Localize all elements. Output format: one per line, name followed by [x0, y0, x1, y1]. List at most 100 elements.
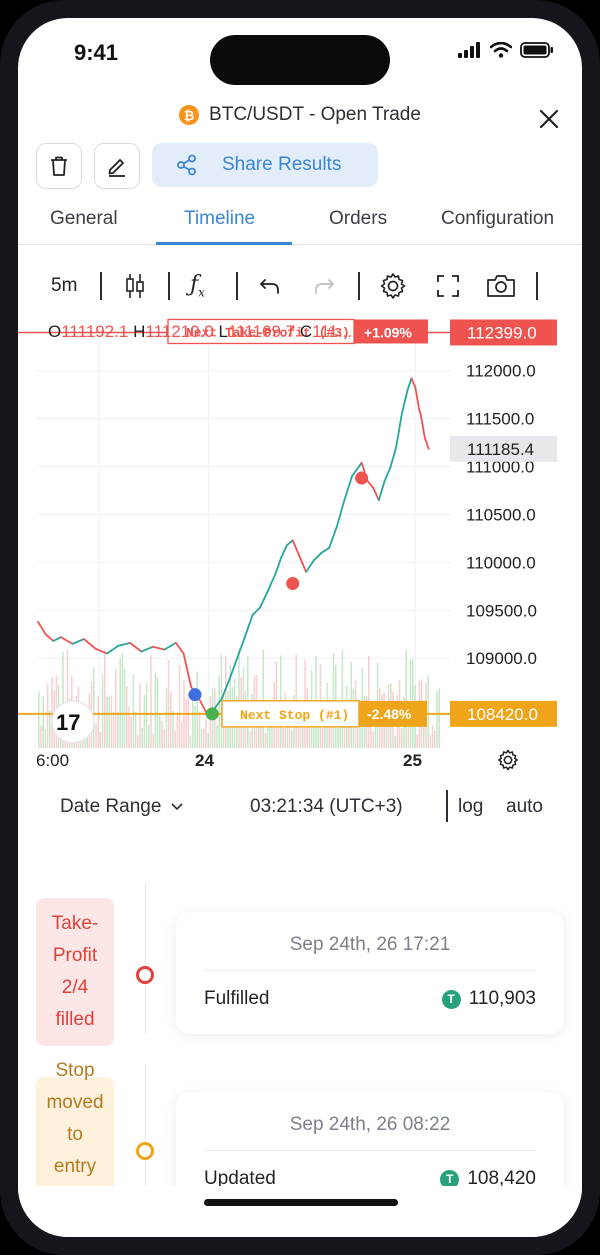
interval-selector[interactable]: 5m [51, 264, 77, 308]
tab-timeline[interactable]: Timeline [184, 208, 255, 230]
volume-bar [348, 724, 350, 748]
ohlc-high-label: H [133, 322, 146, 341]
volume-bar [181, 721, 183, 748]
fullscreen-button[interactable] [436, 264, 460, 308]
volume-bar [431, 725, 434, 748]
event-amount-value: 110,903 [468, 988, 536, 1009]
volume-bar [434, 730, 436, 748]
price-line-segment [335, 499, 346, 528]
trade-marker [205, 707, 219, 721]
device-frame: 9:41 ₿ BTC/USDT - Open Trade Share Resul… [0, 0, 600, 1255]
delete-button[interactable] [36, 143, 82, 189]
redo-button[interactable] [312, 264, 336, 308]
volume-bar [38, 691, 40, 748]
tab-configuration[interactable]: Configuration [441, 208, 554, 230]
chevron-down-icon [171, 803, 183, 811]
auto-scale-toggle[interactable]: auto [506, 796, 543, 818]
home-indicator [204, 1199, 398, 1206]
edit-button[interactable] [94, 143, 140, 189]
volume-bar [339, 724, 341, 748]
badge-line: Take- [51, 913, 99, 934]
price-line-segment [418, 408, 422, 417]
tab-orders[interactable]: Orders [329, 208, 387, 230]
price-line-segment [44, 633, 55, 642]
share-icon [177, 154, 196, 176]
battery-icon [520, 42, 553, 58]
price-line-segment [129, 642, 143, 653]
volume-bar [143, 694, 146, 748]
volume-bar [51, 676, 53, 748]
share-results-button[interactable]: Share Results [152, 143, 378, 187]
badge-line: moved to [46, 1092, 104, 1145]
volume-bar [104, 650, 106, 748]
close-button[interactable] [534, 104, 564, 134]
volume-bar [291, 730, 293, 748]
timeline-card[interactable]: Sep 24th, 26 17:21 Fulfilled T 110,903 [176, 912, 564, 1034]
volume-bar [167, 660, 170, 748]
volume-bar [99, 731, 102, 748]
timeline-dot [136, 1142, 154, 1160]
ohlc-open-label: O [48, 322, 62, 341]
volume-bar [372, 731, 374, 748]
volume-bar [163, 728, 165, 748]
volume-bar [438, 688, 440, 748]
volume-bar [161, 720, 163, 748]
date-range-dropdown[interactable]: Date Range [60, 796, 183, 818]
price-line-segment [71, 638, 85, 645]
snapshot-button[interactable] [486, 264, 516, 308]
chart-settings-button[interactable] [378, 264, 408, 308]
price-line-segment [312, 551, 323, 562]
share-results-label: Share Results [222, 154, 342, 175]
price-line-segment [423, 436, 430, 450]
volume-bar [137, 735, 139, 748]
log-scale-toggle[interactable]: log [458, 796, 483, 818]
volume-bar [200, 729, 203, 748]
timeline-event-badge: Stop moved to entry price [36, 1060, 114, 1209]
price-line-segment [274, 556, 283, 575]
ohlc-close-label: C [299, 322, 313, 341]
volume-bar [216, 725, 218, 748]
price-line-segment [280, 544, 288, 559]
function-icon: ƒx [190, 272, 205, 300]
volume-bar [170, 691, 172, 748]
price-line-segment [236, 636, 246, 660]
volume-bar [405, 649, 407, 748]
tab-general[interactable]: General [50, 208, 118, 230]
volume-bar [132, 674, 135, 748]
price-chart[interactable]: 112000.0111500.0111000.0110500.0110000.0… [18, 318, 582, 748]
candlestick-icon [126, 274, 144, 298]
volume-bar [110, 695, 113, 748]
bitcoin-icon: ₿ [179, 105, 200, 125]
price-line-segment [52, 636, 62, 642]
tradingview-logo-mark: 17 [56, 710, 80, 735]
event-amount: T 110,903 [441, 988, 536, 1010]
trade-marker [188, 688, 202, 702]
price-line-segment [389, 446, 398, 469]
take-profit-price: 112399.0 [467, 323, 537, 342]
last-price: 111185.4 [467, 440, 534, 459]
time-axis-label: 24 [195, 751, 214, 770]
candle-type-button[interactable] [124, 264, 146, 308]
wifi-icon [490, 42, 512, 58]
volume-bar [165, 687, 168, 748]
volume-bar [192, 695, 194, 748]
volume-bar [194, 705, 196, 748]
volume-bar [152, 733, 154, 748]
volume-bar [49, 710, 51, 748]
ohlc-high-value: 111210.0 [145, 322, 214, 341]
volume-bar [115, 669, 117, 748]
axis-settings-button[interactable] [496, 748, 520, 777]
price-line-segment [383, 466, 392, 482]
price-axis-label: 110000.0 [466, 553, 536, 572]
volume-bar [150, 655, 152, 748]
ohlc-low-value: 111169.7 [227, 322, 296, 341]
toolbar-divider [168, 272, 170, 300]
stop-label: Next Stop (#1) [240, 708, 349, 723]
volume-bar [302, 724, 304, 748]
price-line-segment [140, 645, 154, 653]
volume-bar [262, 649, 264, 748]
undo-button[interactable] [258, 264, 282, 308]
dynamic-island [210, 35, 390, 85]
indicators-button[interactable]: ƒx [190, 264, 205, 308]
price-line-segment [117, 642, 131, 647]
